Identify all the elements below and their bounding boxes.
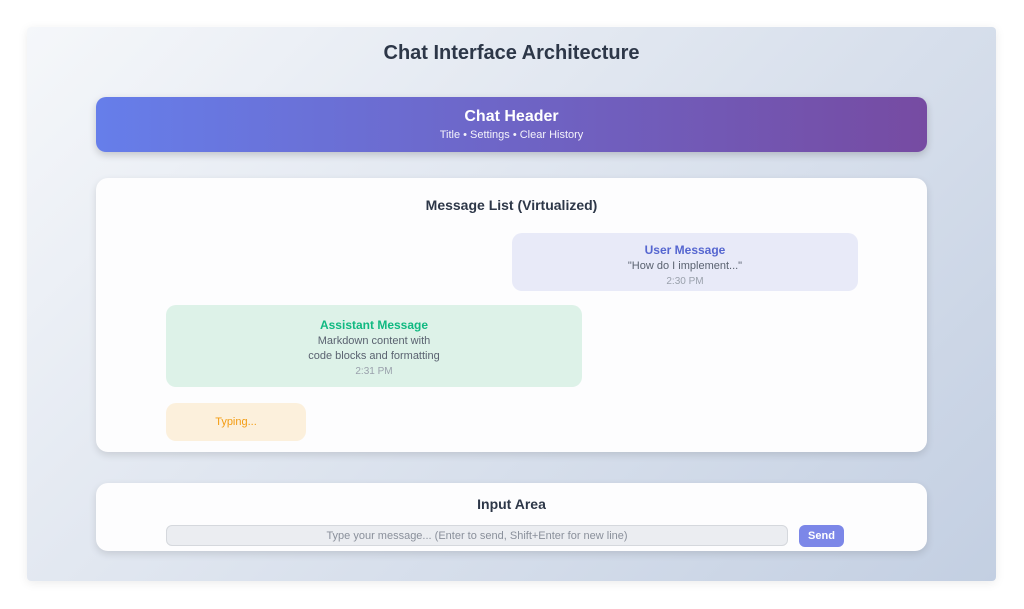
assistant-message-timestamp: 2:31 PM — [166, 365, 582, 379]
input-area-title: Input Area — [96, 483, 927, 512]
chat-header-title: Chat Header — [96, 106, 927, 128]
assistant-message-title: Assistant Message — [166, 317, 582, 334]
chat-header-block: Chat Header Title • Settings • Clear His… — [96, 97, 927, 152]
chat-header-subtitle: Title • Settings • Clear History — [96, 128, 927, 143]
architecture-diagram: Chat Interface Architecture Chat Header … — [27, 27, 996, 581]
user-message-text: "How do I implement..." — [512, 259, 858, 274]
assistant-message-bubble: Assistant Message Markdown content with … — [166, 305, 582, 387]
typing-indicator-bubble: Typing... — [166, 403, 306, 441]
assistant-message-text-line2: code blocks and formatting — [166, 349, 582, 364]
message-list-title: Message List (Virtualized) — [96, 178, 927, 213]
send-button[interactable]: Send — [799, 525, 844, 547]
user-message-timestamp: 2:30 PM — [512, 275, 858, 289]
input-area-block: Input Area Send — [96, 483, 927, 551]
message-list-block: Message List (Virtualized) User Message … — [96, 178, 927, 452]
user-message-bubble: User Message "How do I implement..." 2:3… — [512, 233, 858, 291]
assistant-message-text-line1: Markdown content with — [166, 334, 582, 349]
page-title: Chat Interface Architecture — [96, 41, 927, 65]
message-input[interactable] — [166, 525, 788, 546]
user-message-title: User Message — [512, 242, 858, 259]
